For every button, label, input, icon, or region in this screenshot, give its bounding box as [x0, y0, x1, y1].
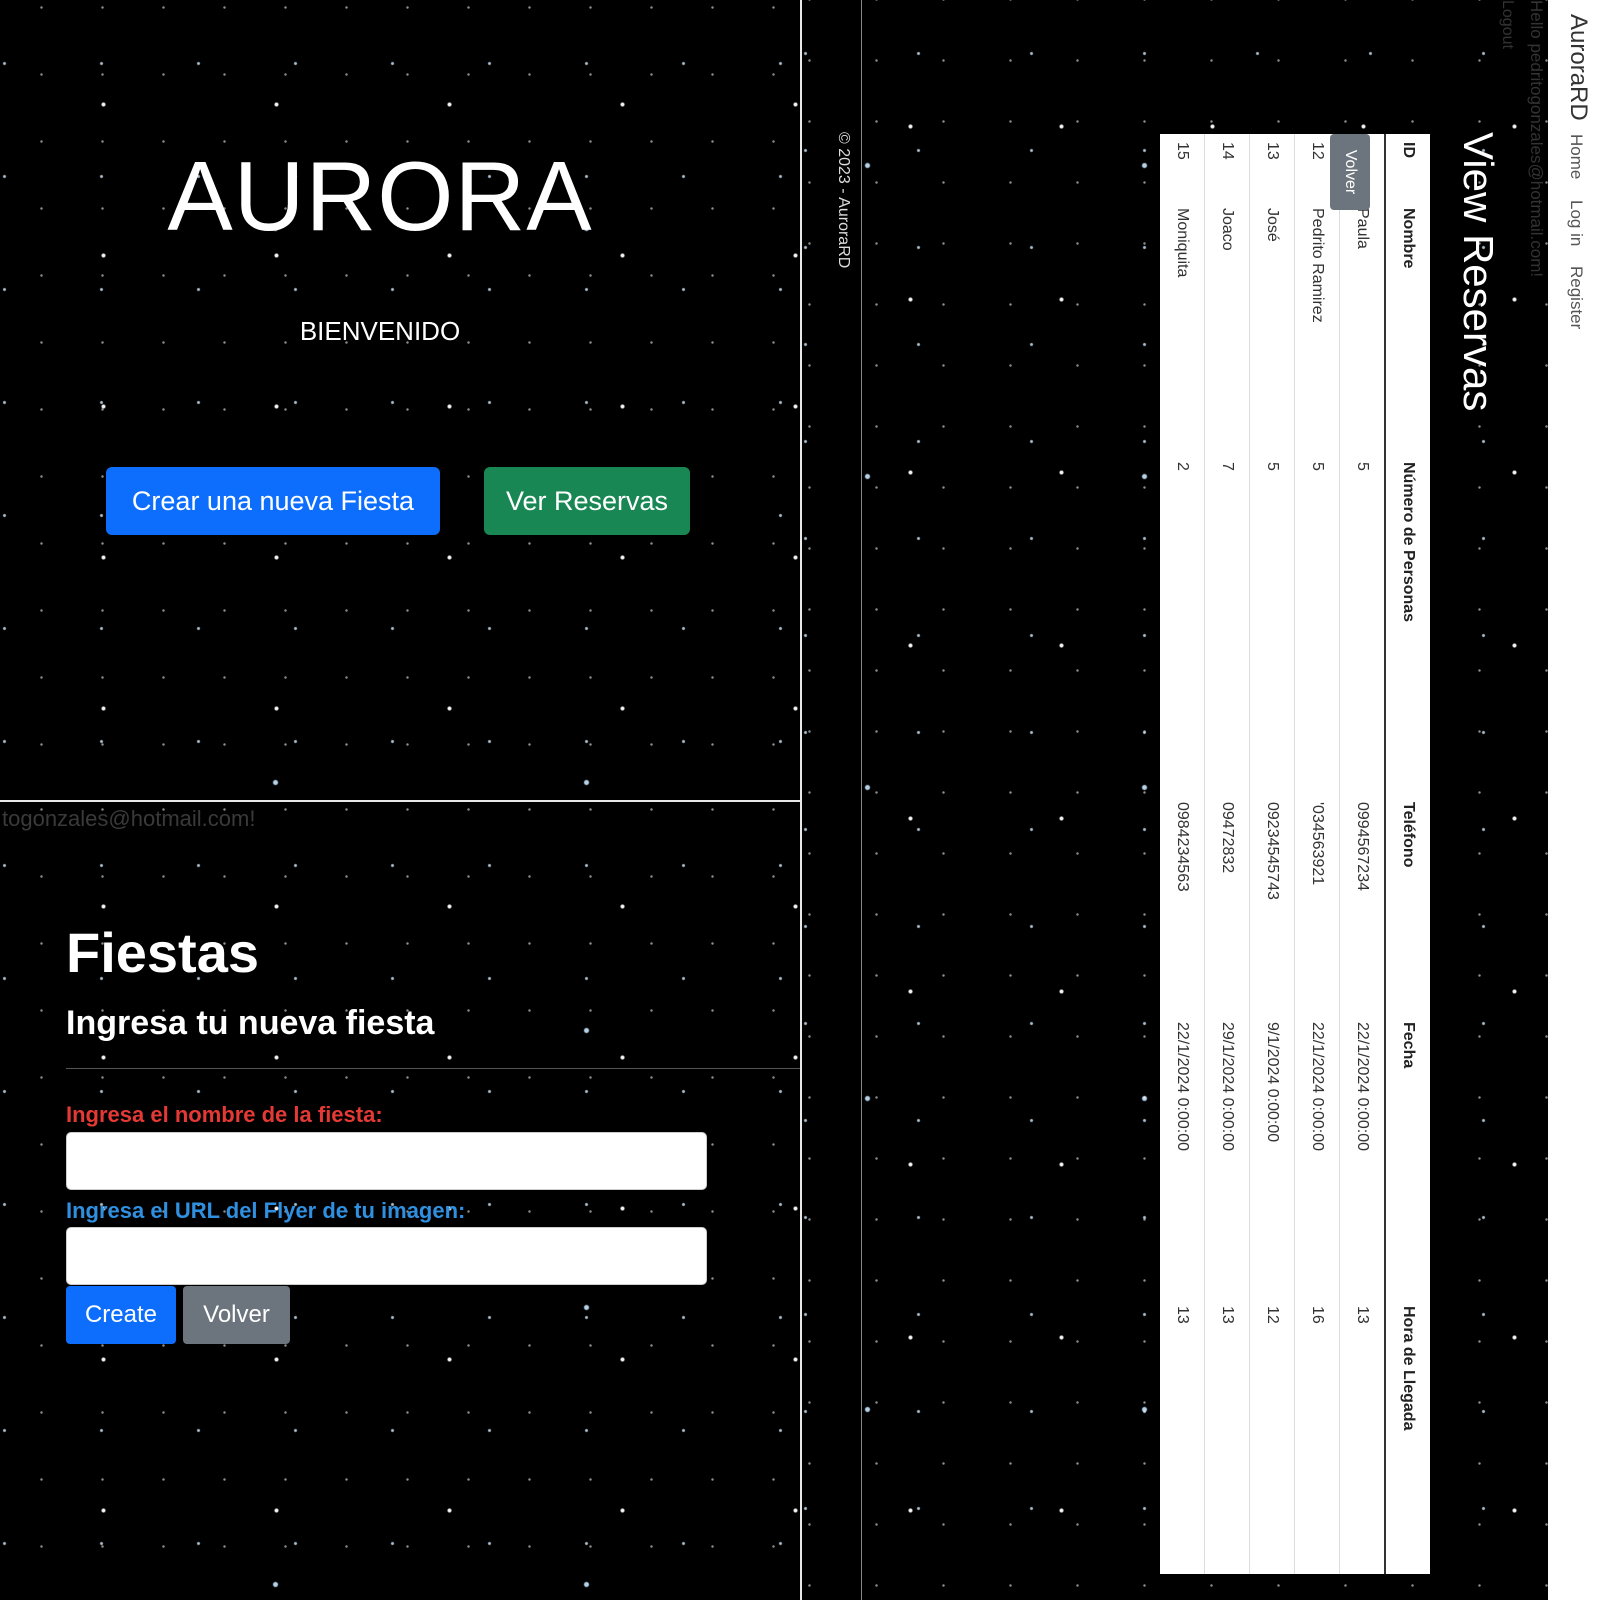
page-title: Fiestas — [66, 921, 259, 984]
table-header-row: ID Nombre Número de Personas Teléfono Fe… — [1385, 134, 1430, 1574]
nav-register-link[interactable]: Register — [1566, 266, 1586, 329]
panel-divider-horizontal — [0, 800, 800, 802]
cell-telefono: '034563921 — [1295, 794, 1340, 1014]
fiestas-panel: togonzales@hotmail.com! Fiestas Ingresa … — [0, 802, 800, 1600]
page-title: View Reservas — [1455, 132, 1502, 412]
divider — [66, 1068, 800, 1069]
cell-telefono: 09234545743 — [1250, 794, 1295, 1014]
ver-reservas-button[interactable]: Ver Reservas — [484, 467, 690, 535]
nav-login-link[interactable]: Log in — [1566, 200, 1586, 246]
page-title: AURORA — [167, 141, 593, 251]
table-row: 14 Joaco 7 09472832 29/1/2024 0:00:00 13 — [1205, 134, 1250, 1574]
cell-telefono: 09472832 — [1205, 794, 1250, 1014]
cell-hora-llegada: 13 — [1205, 1298, 1250, 1574]
header-telefono: Teléfono — [1385, 794, 1430, 1014]
reservas-page-rotated: AuroraRD Home Log in Register Hello pedr… — [802, 0, 1600, 1600]
table-row: 13 José 5 09234545743 9/1/2024 0:00:00 1… — [1250, 134, 1295, 1574]
cell-hora-llegada: 12 — [1250, 1298, 1295, 1574]
brand-link[interactable]: AuroraRD — [1564, 14, 1592, 121]
table-row: 12 Pedrito Ramirez 5 '034563921 22/1/202… — [1295, 134, 1340, 1574]
header-hora-llegada: Hora de Llegada — [1385, 1298, 1430, 1574]
header-fecha: Fecha — [1385, 1014, 1430, 1298]
cell-nombre: Pedrito Ramirez — [1295, 200, 1340, 454]
cell-fecha: 9/1/2024 0:00:00 — [1250, 1014, 1295, 1298]
user-email: togonzales@hotmail.com! — [2, 806, 256, 831]
nav-home-link[interactable]: Home — [1566, 134, 1586, 179]
table-row: 15 Moniquita 2 098423456З 22/1/2024 0:00… — [1160, 134, 1205, 1574]
header-nombre: Nombre — [1385, 200, 1430, 454]
table-row: 4 Paula 5 0994567234 22/1/2024 0:00:00 1… — [1340, 134, 1385, 1574]
cell-numero-personas: 5 — [1295, 454, 1340, 794]
navbar: AuroraRD Home Log in Register — [1548, 0, 1600, 1600]
cell-nombre: Joaco — [1205, 200, 1250, 454]
cell-fecha: 22/1/2024 0:00:00 — [1160, 1014, 1205, 1298]
create-button[interactable]: Create — [66, 1286, 176, 1344]
cell-id: 14 — [1205, 134, 1250, 200]
header-numero-personas: Número de Personas — [1385, 454, 1430, 794]
header-id: ID — [1385, 134, 1430, 200]
nombre-label: Ingresa el nombre de la fiesta: — [66, 1102, 383, 1127]
footer-divider — [861, 0, 862, 1600]
logout-link[interactable]: Logout — [1498, 0, 1516, 49]
cell-id: 13 — [1250, 134, 1295, 200]
welcome-text: BIENVENIDO — [299, 316, 461, 346]
nombre-fiesta-input[interactable] — [66, 1132, 707, 1190]
cell-telefono: 098423456З — [1160, 794, 1205, 1014]
cell-numero-personas: 2 — [1160, 454, 1205, 794]
volver-button[interactable]: Volver — [183, 1286, 290, 1344]
panel-divider-vertical — [800, 0, 802, 1600]
cell-hora-llegada: 16 — [1295, 1298, 1340, 1574]
cell-nombre: Paula — [1340, 200, 1385, 454]
cell-nombre: José — [1250, 200, 1295, 454]
cell-hora-llegada: 13 — [1160, 1298, 1205, 1574]
cell-fecha: 22/1/2024 0:00:00 — [1340, 1014, 1385, 1298]
cell-fecha: 29/1/2024 0:00:00 — [1205, 1014, 1250, 1298]
footer-copyright: © 2023 - AuroraRD — [835, 132, 852, 269]
cell-numero-personas: 5 — [1340, 454, 1385, 794]
cell-hora-llegada: 13 — [1340, 1298, 1385, 1574]
cell-numero-personas: 5 — [1250, 454, 1295, 794]
volver-button[interactable]: Volver — [1330, 134, 1370, 210]
cell-nombre: Moniquita — [1160, 200, 1205, 454]
user-greeting: Hello pedritogonzales@hotmail.com! — [1527, 0, 1546, 278]
cell-telefono: 0994567234 — [1340, 794, 1385, 1014]
page-subtitle: Ingresa tu nueva fiesta — [66, 1004, 435, 1042]
cell-id: 15 — [1160, 134, 1205, 200]
reservas-table: ID Nombre Número de Personas Teléfono Fe… — [1160, 134, 1430, 1574]
flyer-url-input[interactable] — [66, 1227, 707, 1285]
reservas-panel: AuroraRD Home Log in Register Hello pedr… — [802, 0, 1600, 1600]
home-panel: AURORA BIENVENIDO Crear una nueva Fiesta… — [0, 0, 800, 800]
cell-numero-personas: 7 — [1205, 454, 1250, 794]
url-label: Ingresa el URL del Flyer de tu imagen: — [66, 1198, 466, 1223]
starfield-background — [0, 0, 800, 800]
crear-fiesta-button[interactable]: Crear una nueva Fiesta — [106, 467, 440, 535]
cell-fecha: 22/1/2024 0:00:00 — [1295, 1014, 1340, 1298]
